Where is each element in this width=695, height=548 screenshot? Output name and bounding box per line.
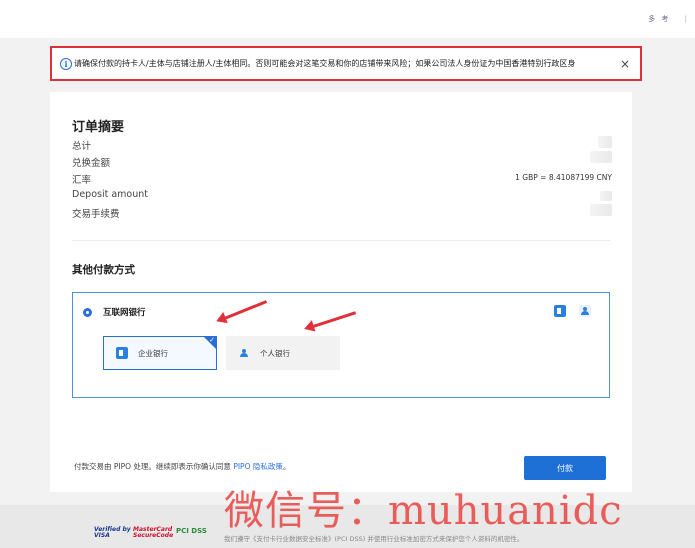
watermark-text: 微信号：muhuanidc xyxy=(224,488,623,534)
blurred-value xyxy=(590,151,612,163)
top-right-separator: | xyxy=(684,15,689,23)
alert-text: 请确保付款的持卡人/主体与店铺注册人/主体相同。否则可能会对这笔交易和你的店铺带… xyxy=(74,59,576,68)
info-icon: i xyxy=(60,57,72,70)
consent-note: 付款交易由 PIPO 处理。继续即表示你确认同意 PIPO 隐私政策。 xyxy=(74,461,290,472)
internet-banking-label: 互联网银行 xyxy=(103,308,146,318)
summary-row-fee: 交易手续费 xyxy=(72,204,612,220)
summary-label: 汇率 xyxy=(72,175,92,186)
option-business-bank[interactable]: 企业银行 ✓ xyxy=(103,336,217,370)
top-right-label[interactable]: 多 考 xyxy=(648,15,670,23)
summary-label: 总计 xyxy=(72,141,92,152)
divider xyxy=(72,240,610,241)
consent-suffix: 。 xyxy=(282,462,291,471)
checkout-card: 订单摘要 总计 兑换金额 汇率 1 GBP = 8.41087199 CNY D… xyxy=(50,92,632,492)
other-payment-title: 其他付款方式 xyxy=(72,264,135,276)
warning-alert: i 请确保付款的持卡人/主体与店铺注册人/主体相同。否则可能会对这笔交易和你的店… xyxy=(50,46,642,81)
blurred-value xyxy=(600,191,612,201)
person-icon xyxy=(238,347,250,359)
close-icon[interactable]: × xyxy=(620,58,630,70)
pci-dss-logo: PCI DSS xyxy=(176,527,207,535)
exchange-rate-value: 1 GBP = 8.41087199 CNY xyxy=(515,173,612,182)
option-label: 企业银行 xyxy=(138,348,168,358)
summary-label: 兑换金额 xyxy=(72,158,111,169)
personal-bank-icon xyxy=(579,305,591,317)
check-icon: ✓ xyxy=(209,336,215,344)
business-bank-icon xyxy=(554,305,566,317)
internet-banking-panel[interactable]: 互联网银行 企业银行 ✓ 个人银行 xyxy=(72,292,610,398)
summary-label: 交易手续费 xyxy=(72,209,120,220)
mastercard-securecode-logo: MasterCard SecureCode xyxy=(133,526,174,539)
option-personal-bank[interactable]: 个人银行 xyxy=(226,336,340,370)
radio-selected[interactable] xyxy=(83,308,92,317)
privacy-policy-link[interactable]: PIPO 隐私政策 xyxy=(233,462,283,471)
summary-row-exchange: 兑换金额 xyxy=(72,151,612,169)
summary-row-deposit: Deposit amount xyxy=(72,189,612,201)
blurred-value xyxy=(598,136,612,148)
verified-by-visa-logo: Verified by VISA xyxy=(94,526,131,539)
pay-button[interactable]: 付款 xyxy=(524,456,606,480)
consent-prefix: 付款交易由 PIPO 处理。继续即表示你确认同意 xyxy=(74,462,234,471)
summary-row-rate: 汇率 1 GBP = 8.41087199 CNY xyxy=(72,172,612,186)
top-right-links[interactable]: 多 考 | xyxy=(648,14,689,24)
summary-row-total: 总计 xyxy=(72,136,612,152)
blurred-value xyxy=(590,204,612,216)
building-icon xyxy=(116,347,128,359)
order-summary-title: 订单摘要 xyxy=(72,120,125,135)
summary-label: Deposit amount xyxy=(72,189,148,200)
option-label: 个人银行 xyxy=(260,348,290,358)
